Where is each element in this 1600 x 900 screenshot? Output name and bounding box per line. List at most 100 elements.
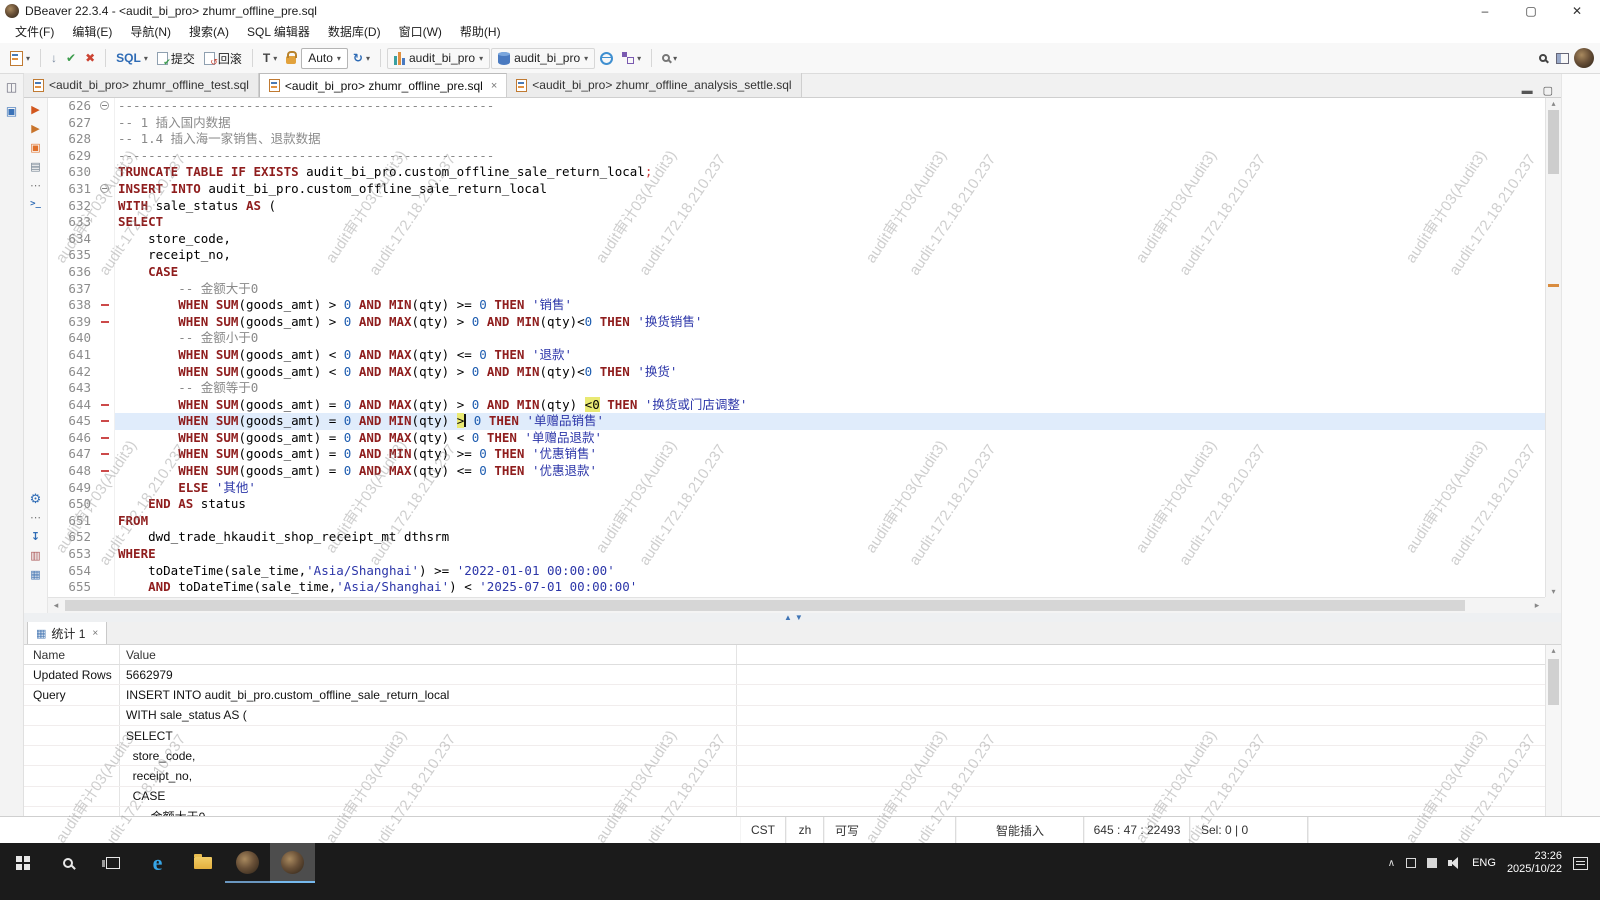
shell-icon[interactable]: >_ xyxy=(30,199,41,209)
tab-offline-test[interactable]: <audit_bi_pro> zhumr_offline_test.sql xyxy=(24,73,259,97)
code-line-637[interactable]: 637 -- 金额大于0 xyxy=(48,280,1545,298)
connection-combo[interactable]: audit_bi_pro ▾ xyxy=(387,47,491,69)
code-line-655[interactable]: 655 AND toDateTime(sale_time,'Asia/Shang… xyxy=(48,579,1545,596)
menu-window[interactable]: 窗口(W) xyxy=(390,22,451,43)
code-line-652[interactable]: 652 dwd_trade_hkaudit_shop_receipt_mt dt… xyxy=(48,529,1545,547)
code-line-633[interactable]: 633 SELECT xyxy=(48,214,1545,231)
scroll-left-icon[interactable]: ◂ xyxy=(48,598,64,613)
code-line-638[interactable]: 638 WHEN SUM(goods_amt) > 0 AND MIN(qty)… xyxy=(48,297,1545,314)
status-selection[interactable]: Sel: 0 | 0 xyxy=(1190,817,1308,843)
taskbar-dbeaver-active-button[interactable] xyxy=(270,843,315,883)
quick-commit-button[interactable]: ✔ xyxy=(62,49,80,67)
code-line-634[interactable]: 634 store_code, xyxy=(48,230,1545,248)
tab-statistics[interactable]: ▦ 统计 1 × xyxy=(27,622,108,644)
code-line-644[interactable]: 644 WHEN SUM(goods_amt) = 0 AND MAX(qty)… xyxy=(48,396,1545,414)
transaction-mode-button[interactable]: T ▾ xyxy=(259,48,281,68)
column-header-value[interactable]: Value xyxy=(120,645,737,664)
stats-row[interactable]: WITH sale_status AS ( xyxy=(24,705,1561,726)
explain-plan-icon[interactable]: ▤ xyxy=(30,161,40,173)
execute-new-tab-icon[interactable]: ▣ xyxy=(30,142,40,154)
gear-icon[interactable]: ⚙ xyxy=(30,492,42,505)
code-line-639[interactable]: 639 WHEN SUM(goods_amt) > 0 AND MAX(qty)… xyxy=(48,313,1545,331)
code-line-647[interactable]: 647 WHEN SUM(goods_amt) = 0 AND MIN(qty)… xyxy=(48,446,1545,464)
volume-icon[interactable] xyxy=(1448,857,1461,869)
stats-row[interactable]: receipt_no, xyxy=(24,766,1561,787)
toolbar-search-button[interactable]: ▾ xyxy=(658,51,681,66)
stats-row[interactable]: SELECT xyxy=(24,725,1561,747)
code-line-629[interactable]: 629 -------------------------------------… xyxy=(48,147,1545,165)
code-line-648[interactable]: 648 WHEN SUM(goods_amt) = 0 AND MAX(qty)… xyxy=(48,463,1545,480)
menu-sql-editor[interactable]: SQL 编辑器 xyxy=(238,22,319,43)
code-line-653[interactable]: 653 WHERE xyxy=(48,546,1545,563)
network-profile-button[interactable]: ▾ xyxy=(618,49,645,67)
taskbar-dbeaver-button[interactable] xyxy=(225,843,270,883)
fold-minus-icon[interactable] xyxy=(100,101,109,110)
stats-row[interactable]: -- 金额大于0 xyxy=(24,807,1561,816)
code-line-632[interactable]: 632 WITH sale_status AS ( xyxy=(48,197,1545,215)
tab-offline-analysis-settle[interactable]: <audit_bi_pro> zhumr_offline_analysis_se… xyxy=(507,73,802,97)
column-header-name[interactable]: Name xyxy=(24,645,120,664)
close-button[interactable]: ✕ xyxy=(1554,0,1600,22)
scroll-down-icon[interactable]: ▾ xyxy=(1546,587,1561,596)
taskbar-search-button[interactable] xyxy=(45,843,90,883)
timezone-globe-button[interactable] xyxy=(596,49,617,68)
grid-icon[interactable]: ▦ xyxy=(30,569,40,581)
refresh-button[interactable]: ↻ ▾ xyxy=(349,49,374,67)
rollback-button[interactable]: 回滚 xyxy=(200,47,246,70)
code-line-636[interactable]: 636 CASE xyxy=(48,263,1545,281)
scroll-up-icon[interactable]: ▴ xyxy=(1546,99,1561,108)
language-indicator[interactable]: ENG xyxy=(1472,857,1496,869)
commit-button[interactable]: 提交 xyxy=(153,47,199,70)
code-line-654[interactable]: 654 toDateTime(sale_time,'Asia/Shanghai'… xyxy=(48,562,1545,580)
status-caret-position[interactable]: 645 : 47 : 22493 xyxy=(1084,817,1190,843)
open-view-button[interactable] xyxy=(1552,50,1573,67)
menu-file[interactable]: 文件(F) xyxy=(6,22,63,43)
editor-vertical-scrollbar[interactable]: ▴ ▾ xyxy=(1545,98,1561,597)
report-icon[interactable]: ▥ xyxy=(30,550,40,562)
collapse-up-icon[interactable]: ▲ xyxy=(784,613,792,622)
taskbar-explorer-button[interactable] xyxy=(180,843,225,883)
global-search-button[interactable] xyxy=(1535,51,1551,65)
stats-scrollbar[interactable]: ▴ xyxy=(1545,645,1561,816)
code-line-630[interactable]: 630 TRUNCATE TABLE IF EXISTS audit_bi_pro… xyxy=(48,164,1545,181)
maximize-panel-icon[interactable]: ▢ xyxy=(1543,84,1553,97)
code-line-645[interactable]: 645 WHEN SUM(goods_amt) = 0 AND MIN(qty)… xyxy=(48,413,1545,430)
scrollbar-thumb[interactable] xyxy=(65,600,1465,611)
commit-mode-combo[interactable]: Auto ▾ xyxy=(301,47,348,69)
new-sql-editor-button[interactable]: ▾ xyxy=(6,48,34,69)
menu-help[interactable]: 帮助(H) xyxy=(451,22,510,43)
code-line-640[interactable]: 640 -- 金额小于0 xyxy=(48,330,1545,347)
stats-row[interactable]: CASE xyxy=(24,786,1561,808)
status-locale[interactable]: zh xyxy=(786,817,824,843)
code-line-626[interactable]: 626 -------------------------------------… xyxy=(48,98,1545,115)
scrollbar-thumb[interactable] xyxy=(1548,110,1559,174)
menu-edit[interactable]: 编辑(E) xyxy=(63,22,121,43)
menu-search[interactable]: 搜索(A) xyxy=(180,22,238,43)
execute-script-icon[interactable]: ▶ xyxy=(31,123,39,135)
restore-panel-icon[interactable]: ◫ xyxy=(6,80,17,94)
code-line-628[interactable]: 628 -- 1.4 插入海一家销售、退款数据 xyxy=(48,131,1545,148)
clock[interactable]: 23:26 2025/10/22 xyxy=(1507,850,1562,876)
transaction-lock-button[interactable] xyxy=(282,49,300,67)
code-line-642[interactable]: 642 WHEN SUM(goods_amt) < 0 AND MAX(qty)… xyxy=(48,363,1545,381)
scroll-up-icon[interactable]: ▴ xyxy=(1546,646,1561,655)
collapse-down-icon[interactable]: ▼ xyxy=(795,613,803,622)
tab-offline-pre[interactable]: <audit_bi_pro> zhumr_offline_pre.sql × xyxy=(258,73,508,97)
stats-row[interactable]: Updated Rows 5662979 xyxy=(24,665,1561,686)
fold-minus-icon[interactable] xyxy=(100,183,109,193)
close-statistics-icon[interactable]: × xyxy=(92,628,98,639)
sql-menu-button[interactable]: SQL ▾ xyxy=(112,48,152,68)
more-actions-icon[interactable]: ⋯ xyxy=(30,512,41,524)
editor-horizontal-scrollbar[interactable]: ◂ ▸ xyxy=(48,597,1545,613)
code-line-646[interactable]: 646 WHEN SUM(goods_amt) = 0 AND MAX(qty)… xyxy=(48,429,1545,447)
status-timezone[interactable]: CST xyxy=(740,817,786,843)
status-write-mode[interactable]: 可写 xyxy=(824,817,956,843)
export-results-icon[interactable]: ↧ xyxy=(31,531,40,543)
minimize-button[interactable]: – xyxy=(1462,0,1508,22)
stats-row[interactable]: Query INSERT INTO audit_bi_pro.custom_off… xyxy=(24,685,1561,706)
code-line-635[interactable]: 635 receipt_no, xyxy=(48,247,1545,264)
code-line-643[interactable]: 643 -- 金额等于0 xyxy=(48,380,1545,397)
code-line-631[interactable]: 631 INSERT INTO audit_bi_pro.custom_offli… xyxy=(48,180,1545,198)
scrollbar-thumb[interactable] xyxy=(1548,659,1559,705)
code-area[interactable]: 626 -------------------------------------… xyxy=(48,98,1545,597)
